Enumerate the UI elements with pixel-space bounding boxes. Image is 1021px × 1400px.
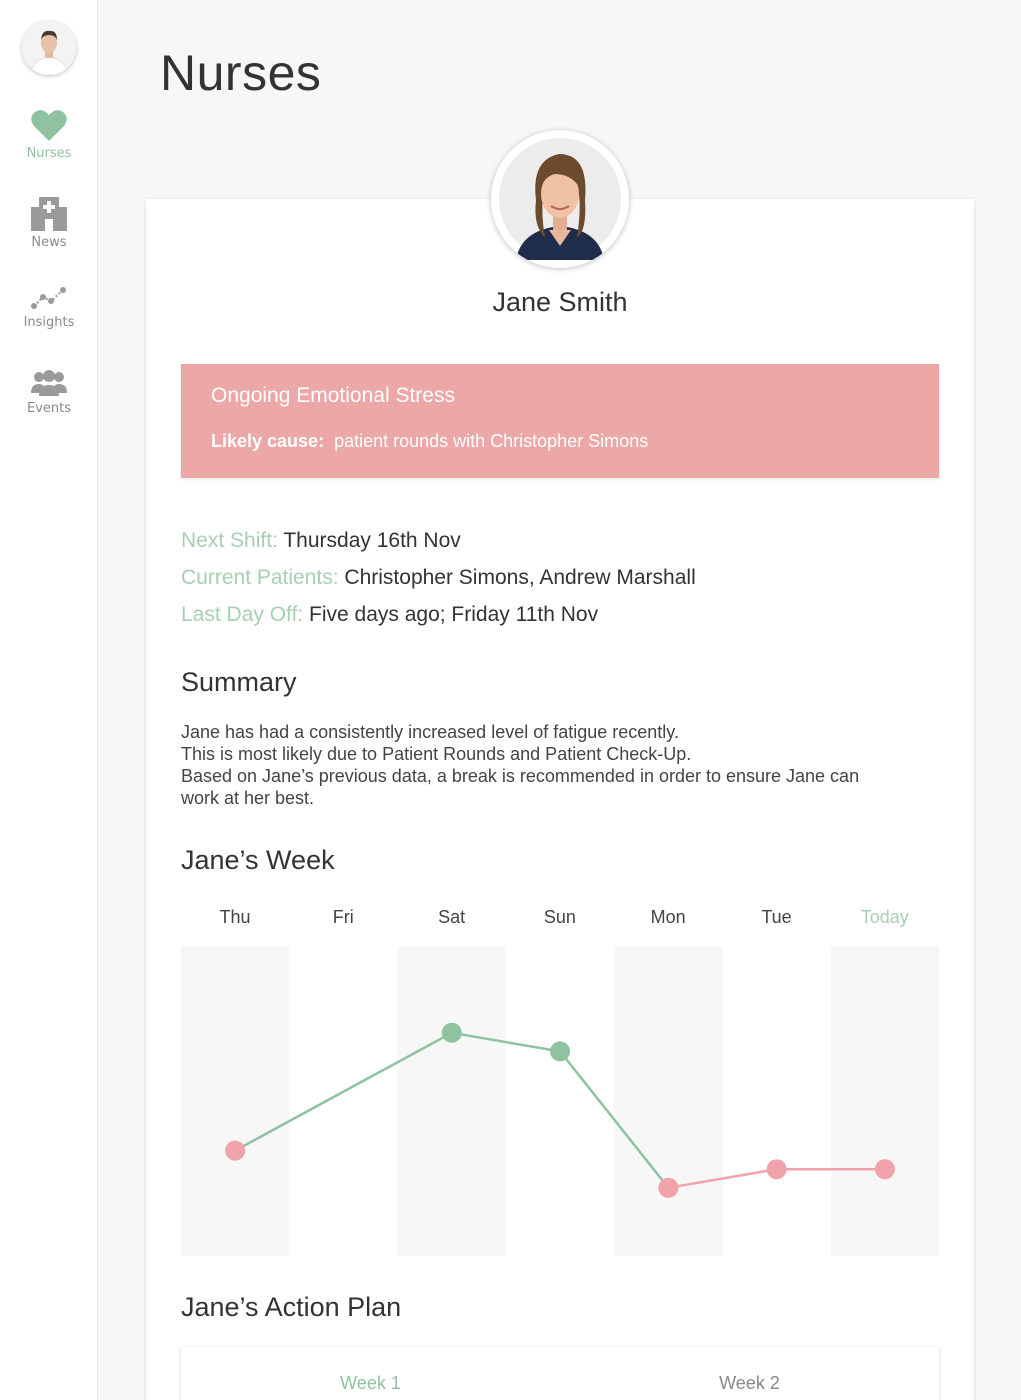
sidebar-item-news[interactable]: News xyxy=(0,195,98,250)
alert-cause-value: patient rounds with Christopher Simons xyxy=(334,431,649,451)
chart-column-band xyxy=(181,946,290,1256)
summary-heading: Summary xyxy=(181,667,297,697)
page-title: Nurses xyxy=(160,45,322,101)
current-patients-label: Current Patients: xyxy=(181,566,339,589)
chart-column-band xyxy=(830,946,939,1256)
week-heading: Jane’s Week xyxy=(181,845,335,875)
week-chart: Thu Fri Sat Sun Mon Tue Today xyxy=(181,900,939,1260)
sidebar-item-insights[interactable]: Insights xyxy=(0,285,98,330)
stress-alert: Ongoing Emotional Stress Likely cause: pa… xyxy=(181,364,939,478)
sidebar-item-label: Insights xyxy=(23,315,75,330)
alert-cause-label: Likely cause: xyxy=(211,431,325,451)
alert-cause: Likely cause: patient rounds with Christo… xyxy=(211,431,648,452)
sidebar-item-label: Events xyxy=(26,401,71,416)
tab-week-2[interactable]: Week 2 xyxy=(560,1373,939,1394)
action-plan-heading: Jane’s Action Plan xyxy=(181,1292,402,1322)
chart-point[interactable] xyxy=(874,1159,895,1180)
current-patients-row: Current Patients: Christopher Simons, An… xyxy=(181,566,696,590)
people-icon xyxy=(31,370,67,396)
chart-point[interactable] xyxy=(550,1041,571,1062)
summary-line: Jane has had a consistently increased le… xyxy=(181,722,679,742)
insights-icon xyxy=(31,287,66,309)
chart-column-band xyxy=(397,946,506,1256)
chart-point[interactable] xyxy=(766,1159,787,1180)
sidebar-item-label: News xyxy=(31,235,67,250)
last-day-off-row: Last Day Off: Five days ago; Friday 11th… xyxy=(181,603,598,627)
summary-text: Jane has had a consistently increased le… xyxy=(181,721,921,809)
last-day-off-value: Five days ago; Friday 11th Nov xyxy=(309,603,599,626)
profile-photo-image xyxy=(499,138,621,260)
chart-point[interactable] xyxy=(441,1022,462,1043)
next-shift-row: Next Shift: Thursday 16th Nov xyxy=(181,529,461,553)
profile-avatar xyxy=(491,130,629,268)
alert-title: Ongoing Emotional Stress xyxy=(211,384,455,407)
chart-column-band xyxy=(614,946,723,1256)
week-chart-svg xyxy=(181,946,939,1256)
current-patients-value: Christopher Simons, Andrew Marshall xyxy=(344,566,696,589)
tab-week-1[interactable]: Week 1 xyxy=(181,1373,560,1394)
sidebar-item-events[interactable]: Events xyxy=(0,369,98,416)
heart-icon xyxy=(31,110,67,141)
summary-line: Based on Jane’s previous data, a break i… xyxy=(181,766,860,786)
hospital-icon xyxy=(31,197,67,231)
sidebar: Nurses News Insights Events xyxy=(0,0,98,1400)
sidebar-item-nurses[interactable]: Nurses xyxy=(0,108,98,161)
summary-line: This is most likely due to Patient Round… xyxy=(181,744,692,764)
user-avatar[interactable] xyxy=(22,21,76,75)
chart-point[interactable] xyxy=(658,1177,679,1198)
action-plan-tabs: Week 1 Week 2 xyxy=(181,1347,939,1400)
chart-point[interactable] xyxy=(225,1140,246,1161)
last-day-off-label: Last Day Off: xyxy=(181,603,304,626)
sidebar-item-label: Nurses xyxy=(26,146,72,161)
user-avatar-image xyxy=(22,21,76,75)
profile-name: Jane Smith xyxy=(492,287,628,317)
summary-line: work at her best. xyxy=(181,788,315,808)
next-shift-value: Thursday 16th Nov xyxy=(283,529,461,552)
next-shift-label: Next Shift: xyxy=(181,529,278,552)
